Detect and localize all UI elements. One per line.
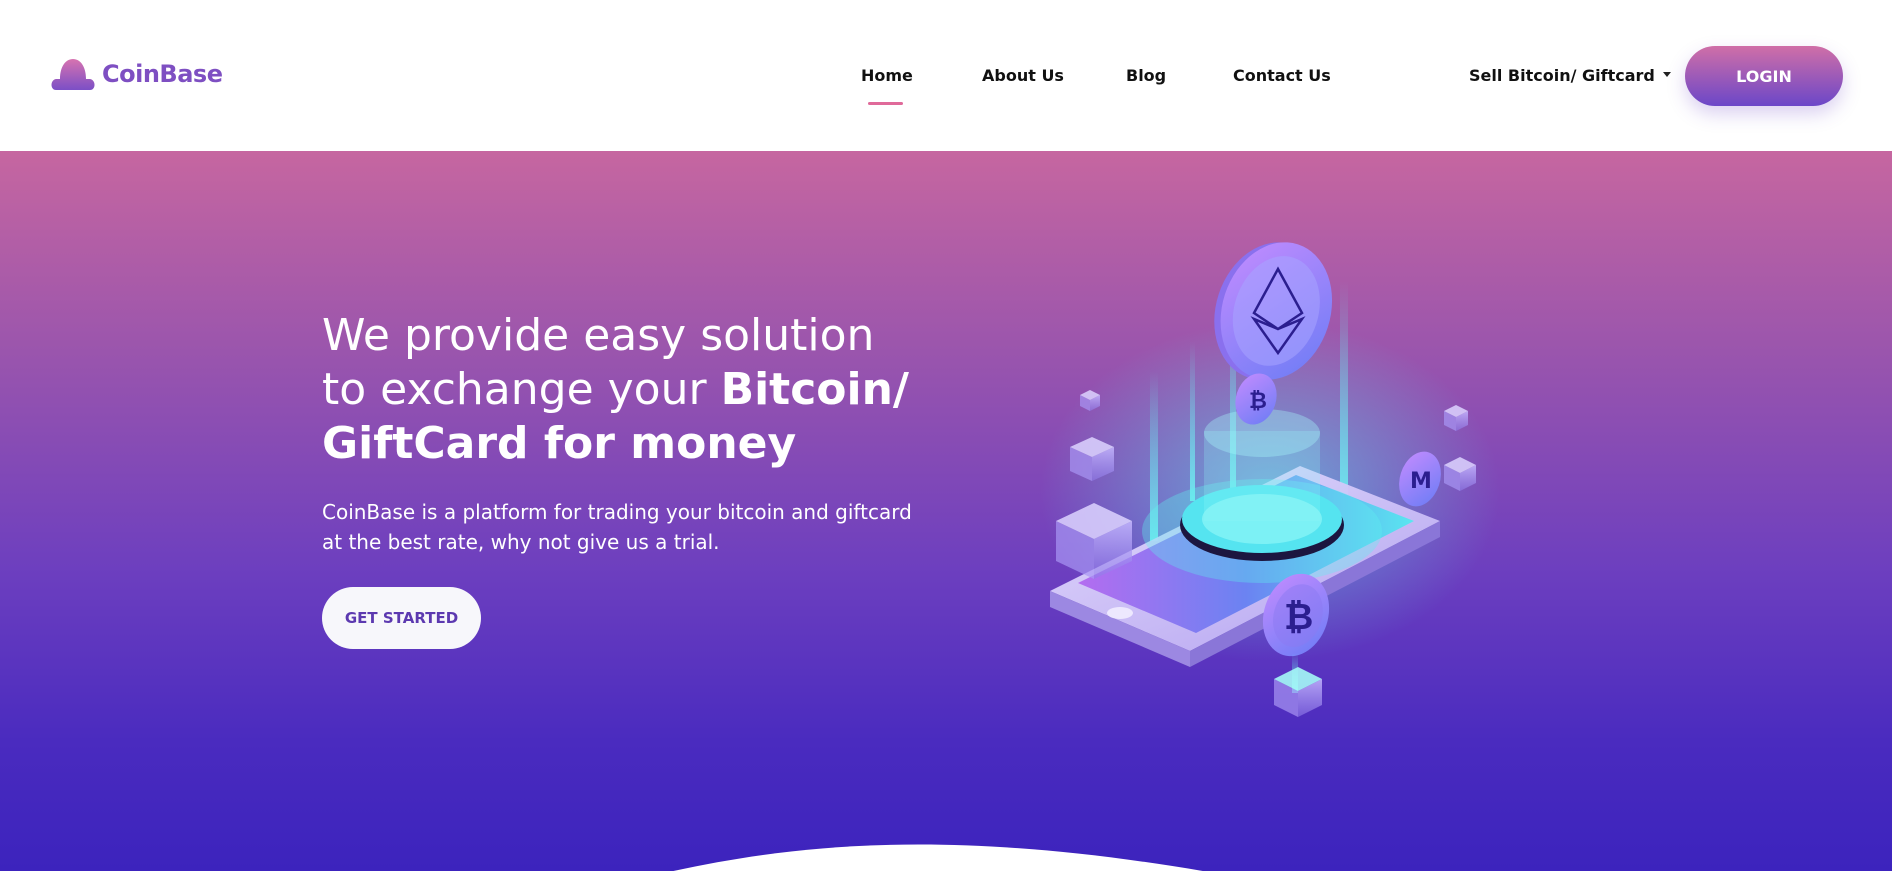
- hero-title: We provide easy solution to exchange you…: [322, 309, 962, 471]
- svg-text:₿: ₿: [1249, 389, 1267, 414]
- caret-down-icon: [1662, 72, 1671, 77]
- hero-description-line2: at the best rate, why not give us a tria…: [322, 530, 720, 554]
- nav-link-home[interactable]: Home: [861, 66, 913, 85]
- cloud-logo-icon: [50, 56, 96, 92]
- login-button[interactable]: LOGIN: [1685, 46, 1843, 106]
- nav-link-about-us[interactable]: About Us: [982, 66, 1064, 85]
- active-nav-indicator: [868, 102, 903, 105]
- site-header: CoinBase Home About Us Blog Contact Us S…: [0, 0, 1892, 151]
- svg-text:M: M: [1410, 469, 1432, 494]
- sell-dropdown[interactable]: Sell Bitcoin/ Giftcard: [1469, 66, 1671, 85]
- hero-description: CoinBase is a platform for trading your …: [322, 497, 942, 557]
- hero-title-bitcoin: Bitcoin/: [720, 364, 910, 415]
- crypto-phone-illustration: ₿ M ₿: [1040, 242, 1500, 717]
- nav-link-contact-us[interactable]: Contact Us: [1233, 66, 1331, 85]
- hero-title-line1: We provide easy solution: [322, 310, 875, 361]
- hero-title-line2: to exchange your: [322, 364, 721, 415]
- get-started-button[interactable]: GET STARTED: [322, 587, 481, 649]
- sell-dropdown-label: Sell Bitcoin/ Giftcard: [1469, 66, 1655, 85]
- hero-description-line1: CoinBase is a platform for trading your …: [322, 500, 912, 524]
- hero-bottom-wave: [673, 844, 1203, 871]
- svg-text:₿: ₿: [1284, 597, 1313, 638]
- brand-logo[interactable]: CoinBase: [50, 56, 223, 92]
- hero-section: We provide easy solution to exchange you…: [0, 151, 1892, 871]
- nav-link-blog[interactable]: Blog: [1126, 66, 1166, 85]
- hero-title-line3: GiftCard for money: [322, 418, 797, 469]
- brand-name: CoinBase: [102, 60, 223, 88]
